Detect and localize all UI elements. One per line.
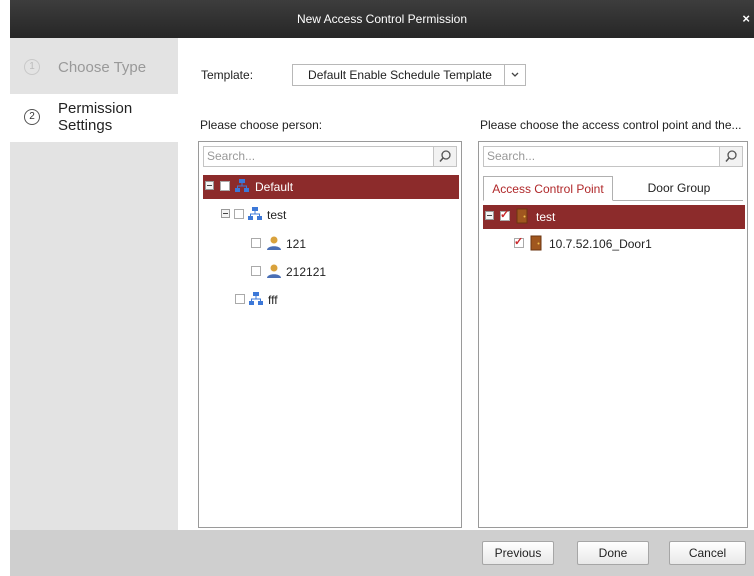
tree-node-device-test[interactable]: test [483, 205, 745, 229]
search-icon[interactable] [719, 147, 742, 166]
tree-node-fff[interactable]: fff [233, 288, 383, 312]
checkbox-device-test[interactable] [500, 208, 510, 221]
collapse-toggle-icon[interactable] [205, 181, 214, 190]
tree-node-label: 212121 [286, 265, 327, 279]
tree-node-label: Default [255, 180, 294, 194]
group-icon [247, 206, 263, 222]
collapse-toggle-icon[interactable] [221, 209, 230, 218]
cancel-button[interactable]: Cancel [669, 541, 746, 565]
done-button[interactable]: Done [577, 541, 649, 565]
step-label-choose-type: Choose Type [58, 59, 147, 76]
group-icon [248, 291, 264, 307]
checkbox-door[interactable] [514, 235, 524, 248]
step-label-permission-settings: Permission Settings [58, 100, 132, 134]
dialog-title-bar[interactable]: New Access Control Permission × [10, 0, 754, 38]
tree-node-label: 121 [286, 237, 307, 251]
template-selected-value: Default Enable Schedule Template [308, 68, 492, 82]
door-icon [528, 235, 544, 251]
step-label-line-2: Settings [58, 117, 113, 134]
access-panel-label: Please choose the access control point a… [480, 118, 742, 132]
step-choose-type[interactable]: 1 Choose Type [10, 38, 178, 94]
tree-node-door[interactable]: 10.7.52.106_Door1 [512, 232, 732, 256]
access-search-placeholder: Search... [487, 149, 536, 163]
dialog-title: New Access Control Permission [296, 12, 468, 26]
tab-access-control-point[interactable]: Access Control Point [483, 176, 613, 201]
tree-node-person-121[interactable]: 121 [249, 232, 399, 256]
tree-node-label: test [536, 210, 556, 224]
tree-node-label: 10.7.52.106_Door1 [549, 237, 652, 251]
search-icon[interactable] [433, 147, 456, 166]
previous-button[interactable]: Previous [482, 541, 554, 565]
access-control-panel: Search... Access Control Point Door Grou… [478, 141, 748, 528]
tree-node-label: test [267, 208, 287, 222]
permission-settings-content: Template: Default Enable Schedule Templa… [178, 38, 754, 530]
checkbox-212121[interactable] [251, 266, 261, 276]
tree-node-label: fff [268, 293, 278, 307]
checkbox-default[interactable] [220, 181, 230, 191]
dialog-footer: Previous Done Cancel [10, 530, 754, 576]
access-search-input[interactable]: Search... [483, 146, 743, 167]
group-icon [234, 178, 250, 194]
step-number-2: 2 [24, 109, 40, 125]
person-icon [266, 235, 282, 251]
template-label: Template: [201, 68, 254, 82]
tree-node-default[interactable]: Default [203, 175, 459, 199]
person-panel-label: Please choose person: [200, 118, 323, 132]
template-dropdown[interactable]: Default Enable Schedule Template [292, 64, 526, 86]
collapse-toggle-icon[interactable] [485, 211, 494, 220]
door-icon [514, 208, 530, 224]
person-search-input[interactable]: Search... [203, 146, 457, 167]
person-search-placeholder: Search... [207, 149, 256, 163]
step-number-1: 1 [24, 59, 40, 75]
access-tabs: Access Control Point Door Group [483, 176, 743, 201]
chevron-down-icon[interactable] [504, 65, 525, 85]
close-icon[interactable]: × [742, 0, 750, 38]
tree-node-test[interactable]: test [219, 203, 419, 227]
person-icon [266, 263, 282, 279]
tab-door-group[interactable]: Door Group [615, 176, 743, 200]
step-label-line-1: Permission [58, 100, 133, 117]
window-shadow-edge [0, 0, 10, 576]
checkbox-121[interactable] [251, 238, 261, 248]
checkbox-fff[interactable] [235, 294, 245, 304]
person-panel: Search... Default test 121 212121 fff [198, 141, 462, 528]
wizard-steps-sidebar: 1 Choose Type 2 Permission Settings [10, 38, 178, 530]
checkbox-test[interactable] [234, 209, 244, 219]
step-permission-settings[interactable]: 2 Permission Settings [10, 94, 178, 142]
tree-node-person-212121[interactable]: 212121 [249, 260, 399, 284]
